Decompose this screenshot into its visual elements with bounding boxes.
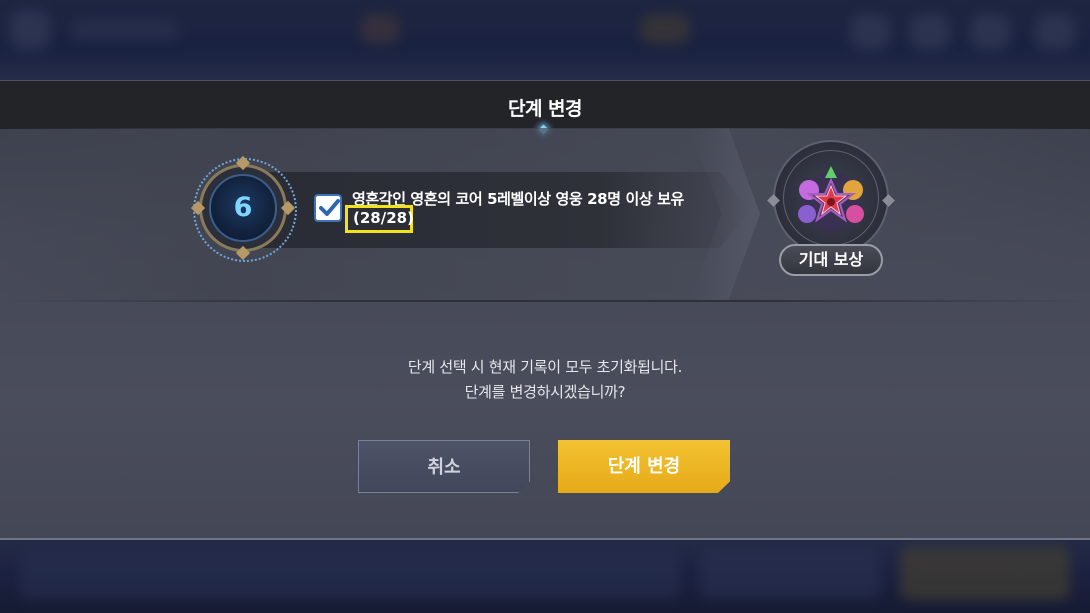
condition-count: (28/28) [353, 209, 414, 227]
bg-icon [970, 14, 1010, 50]
dialog-title: 단계 변경 [507, 98, 583, 120]
bg-panel [20, 548, 680, 598]
background-bottom [0, 538, 1090, 613]
condition-checkbox[interactable] [314, 194, 342, 222]
checkmark-icon [319, 199, 340, 216]
bg-panel [700, 548, 880, 598]
expected-reward[interactable]: 기대 보상 [767, 138, 895, 278]
bg-bar [70, 20, 180, 40]
warning-message-line2: 단계를 변경하시겠습니까? [464, 383, 626, 401]
reward-star-emblem-icon [798, 166, 864, 232]
confirm-change-stage-button[interactable]: 단계 변경 [558, 440, 730, 493]
bg-icon [910, 14, 950, 50]
bg-icon [850, 14, 890, 50]
bg-icon [360, 14, 400, 44]
level-number: 6 [233, 192, 253, 223]
bg-icon [640, 14, 690, 44]
bg-button [900, 546, 1070, 600]
level-medallion: 6 [190, 155, 297, 262]
cancel-button[interactable]: 취소 [358, 440, 530, 493]
reward-label: 기대 보상 [779, 244, 883, 276]
dialog-header: 단계 변경 [0, 80, 1090, 129]
bg-icon [10, 10, 50, 50]
bg-icon [1035, 14, 1075, 50]
condition-divider [0, 300, 1090, 302]
background-top [0, 0, 1090, 80]
warning-message-line1: 단계 선택 시 현재 기록이 모두 초기화됩니다. [407, 358, 683, 376]
